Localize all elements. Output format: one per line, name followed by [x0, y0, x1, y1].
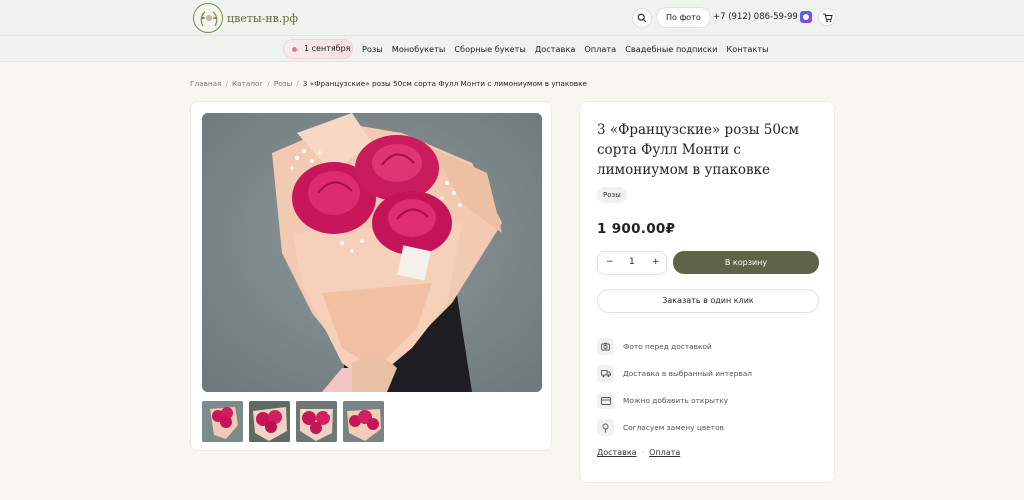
product-price: 1 900.00₽ — [597, 221, 676, 237]
link-separator: · — [641, 448, 645, 457]
logo-wreath-icon — [193, 3, 223, 33]
breadcrumb-home[interactable]: Главная — [190, 79, 222, 88]
nav-item-delivery[interactable]: Доставка — [535, 44, 575, 54]
feature-text: Можно добавить открытку — [623, 396, 729, 405]
nav-item-wedding-subscriptions[interactable]: Свадебные подписки — [625, 44, 717, 54]
delivery-date-selector[interactable]: 1 сентября — [283, 39, 353, 59]
main-product-photo[interactable] — [202, 113, 542, 392]
feature-postcard: Можно добавить открытку — [597, 392, 728, 409]
nav-item-payment[interactable]: Оплата — [584, 44, 616, 54]
nav-links: Розы Монобукеты Сборные букеты Доставка … — [362, 44, 778, 54]
breadcrumb: Главная / Каталог / Розы/3 «Французские» роз… — [190, 79, 587, 88]
product-title: 3 «Французские» розы 50см сорта Фулл Мон… — [597, 122, 799, 178]
feature-text: Согласуем замену цветов — [623, 423, 724, 432]
messenger-icon[interactable] — [800, 11, 812, 23]
nav-item-mixed-bouquets[interactable]: Сборные букеты — [454, 44, 526, 54]
nav-item-contacts[interactable]: Контакты — [726, 44, 768, 54]
breadcrumb-catalog[interactable]: Каталог — [232, 79, 263, 88]
product-info-card: 3 «Французские» розы 50см сорта Фулл Мон… — [579, 101, 835, 483]
search-by-photo-button[interactable]: По фото — [656, 7, 711, 28]
quantity-stepper: − 1 + — [597, 251, 667, 275]
phone-link[interactable]: +7 (912) 086-59-99 — [713, 12, 798, 22]
category-tag[interactable]: Розы — [597, 187, 627, 203]
feature-text: Доставка в выбранный интервал — [623, 369, 753, 378]
quantity-increase-button[interactable]: + — [652, 257, 660, 267]
top-bar: цветы-нв.рф По фото +7 (912) 086-59-99 — [0, 0, 1024, 36]
nav-item-monobouquets[interactable]: Монобукеты — [392, 44, 446, 54]
feature-flower-replacement: Согласуем замену цветов — [597, 419, 724, 436]
info-links: Доставка · Оплата — [597, 448, 680, 457]
thumbnail-3[interactable] — [296, 401, 337, 442]
thumbnail-strip — [202, 401, 384, 442]
payment-link[interactable]: Оплата — [649, 448, 680, 457]
quantity-value[interactable]: 1 — [629, 257, 635, 267]
thumbnail-2[interactable] — [249, 401, 290, 442]
flower-icon — [597, 419, 614, 436]
feature-delivery-interval: Доставка в выбранный интервал — [597, 365, 752, 382]
one-click-order-button[interactable]: Заказать в один клик — [597, 289, 819, 313]
delivery-date-label: 1 сентября — [304, 44, 351, 53]
feature-photo-before-delivery: Фото перед доставкой — [597, 338, 712, 355]
breadcrumb-current: 3 «Французские» розы 50см сорта Фулл Мон… — [302, 79, 587, 88]
calendar-dot-icon — [292, 47, 297, 52]
feature-text: Фото перед доставкой — [623, 342, 712, 351]
camera-icon — [597, 338, 614, 355]
breadcrumb-roses[interactable]: Розы — [274, 79, 293, 88]
search-button[interactable] — [632, 8, 652, 28]
thumbnail-4[interactable] — [343, 401, 384, 442]
thumbnail-1[interactable] — [202, 401, 243, 442]
add-to-cart-button[interactable]: В корзину — [673, 251, 819, 274]
cart-button[interactable] — [818, 8, 836, 26]
cart-icon — [822, 13, 833, 22]
nav-item-roses[interactable]: Розы — [362, 44, 383, 54]
search-icon — [637, 13, 647, 23]
quantity-decrease-button[interactable]: − — [606, 257, 614, 267]
logo[interactable]: цветы-нв.рф — [193, 3, 298, 33]
product-gallery — [190, 101, 552, 451]
truck-icon — [597, 365, 614, 382]
main-nav: 1 сентября Розы Монобукеты Сборные букет… — [0, 36, 1024, 62]
delivery-link[interactable]: Доставка — [597, 448, 637, 457]
card-icon — [597, 392, 614, 409]
logo-text: цветы-нв.рф — [227, 11, 299, 25]
